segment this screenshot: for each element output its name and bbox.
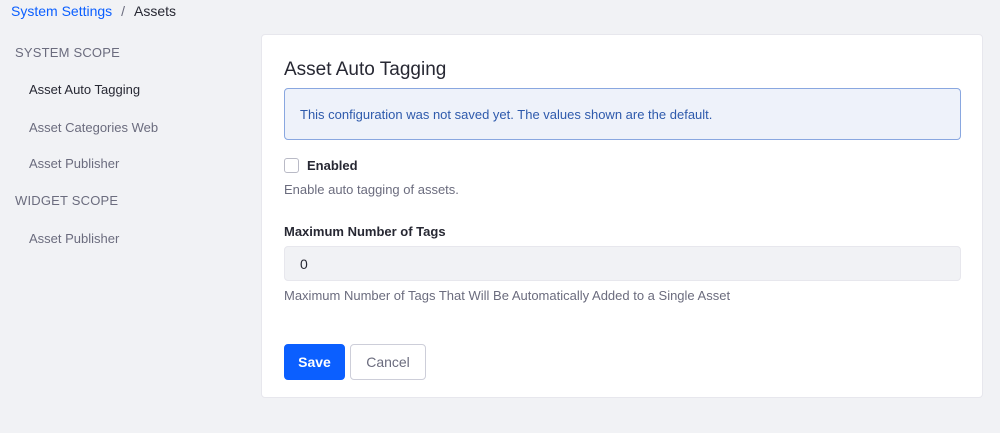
info-alert-text: This configuration was not saved yet. Th… [300,106,713,122]
sidebar-item-widget-asset-publisher[interactable]: Asset Publisher [29,231,119,246]
configuration-card: Asset Auto Tagging This configuration wa… [261,34,983,398]
sidebar-item-asset-publisher[interactable]: Asset Publisher [29,156,119,171]
max-tags-input[interactable]: 0 [284,246,961,281]
breadcrumb: System Settings / Assets [11,3,176,19]
cancel-button[interactable]: Cancel [350,344,426,380]
enabled-checkbox-row[interactable]: Enabled [284,158,358,173]
sidebar-heading-widget-scope: WIDGET SCOPE [15,193,119,208]
sidebar-item-asset-auto-tagging[interactable]: Asset Auto Tagging [29,82,140,97]
max-tags-value: 0 [300,255,308,272]
save-button[interactable]: Save [284,344,345,380]
breadcrumb-current: Assets [134,3,177,19]
info-alert: This configuration was not saved yet. Th… [284,88,961,140]
sidebar-item-asset-categories-web[interactable]: Asset Categories Web [29,120,158,135]
enabled-help-text: Enable auto tagging of assets. [284,182,459,197]
sidebar-heading-system-scope: SYSTEM SCOPE [15,45,120,60]
max-tags-help-text: Maximum Number of Tags That Will Be Auto… [284,288,731,303]
max-tags-label: Maximum Number of Tags [284,224,446,239]
breadcrumb-separator: / [121,3,126,19]
enabled-label: Enabled [307,158,358,173]
enabled-checkbox[interactable] [284,158,299,173]
page-title: Asset Auto Tagging [284,59,447,80]
breadcrumb-system-settings-link[interactable]: System Settings [11,3,112,19]
